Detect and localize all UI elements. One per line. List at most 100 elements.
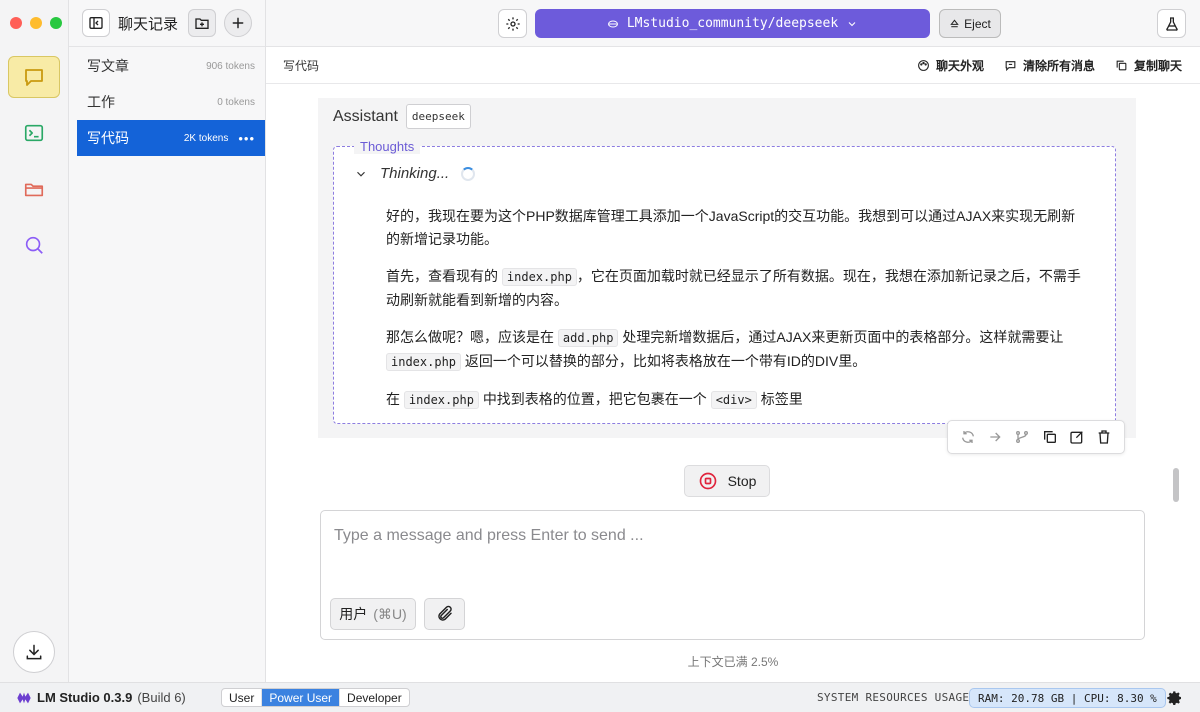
- folder-icon: [24, 183, 44, 197]
- rail-chat-button[interactable]: [8, 56, 60, 98]
- lmstudio-logo-icon: [17, 692, 31, 703]
- model-name: LMstudio_community/deepseek: [626, 16, 839, 31]
- thinking-label: Thinking...: [380, 165, 450, 182]
- message-composer[interactable]: Type a message and press Enter to send .…: [320, 510, 1145, 640]
- rail-developer-button[interactable]: [8, 112, 60, 154]
- chat-item-name: 写代码: [87, 130, 129, 146]
- thought-paragraph: 首先，查看现有的 index.php ，它在页面加载时就已经显示了所有数据。现在，…: [386, 268, 1081, 308]
- new-folder-button[interactable]: [188, 9, 217, 37]
- copy-icon: [1116, 60, 1127, 70]
- rail-search-button[interactable]: [8, 224, 60, 266]
- inline-code: index.php: [403, 391, 479, 409]
- download-button[interactable]: [13, 631, 55, 673]
- role-switch-shortcut: (⌘U): [373, 605, 407, 622]
- stop-button[interactable]: Stop: [684, 465, 770, 497]
- paperclip-icon: [437, 605, 452, 621]
- chat-item-coding[interactable]: 写代码 2K tokens •••: [77, 120, 265, 156]
- minimize-window-button[interactable]: [30, 17, 42, 29]
- thinking-toggle[interactable]: Thinking...: [354, 165, 476, 182]
- chat-scrollbar[interactable]: [1173, 468, 1179, 502]
- flask-icon: [1165, 16, 1178, 31]
- copy-icon[interactable]: [1042, 429, 1058, 445]
- mode-user[interactable]: User: [222, 689, 263, 706]
- chat-appearance-button[interactable]: 聊天外观: [917, 57, 984, 74]
- role-switch-button[interactable]: 用户 (⌘U): [330, 598, 416, 630]
- thought-paragraph: 那怎么做呢？嗯，应该是在 add.php 处理完新增数据后，通过AJAX来更新页…: [386, 329, 1064, 371]
- gear-icon: [505, 16, 520, 31]
- new-chat-button[interactable]: [224, 9, 253, 37]
- thoughts-box: Thoughts Thinking... 好的，我现在要为这个PHP数据库管理工…: [333, 139, 1116, 424]
- eject-button[interactable]: Eject: [939, 9, 1001, 38]
- role-label: Assistant: [333, 107, 398, 125]
- clear-chat-icon: [1005, 60, 1016, 71]
- app-version: LM Studio 0.3.9 (Build 6): [16, 690, 186, 705]
- chevron-down-icon: [848, 21, 856, 26]
- role-switch-label: 用户: [339, 606, 368, 622]
- sidebar-title: 聊天记录: [118, 15, 179, 33]
- chat-item-tokens: 906 tokens: [206, 60, 255, 72]
- toggle-sidebar-button[interactable]: [82, 9, 110, 37]
- download-icon: [26, 644, 42, 660]
- context-usage: 上下文已满 2.5%: [687, 655, 779, 669]
- status-bar: LM Studio 0.3.9 (Build 6) User Power Use…: [0, 682, 1200, 712]
- plus-icon: [232, 17, 244, 29]
- chat-item-tokens: 0 tokens: [217, 96, 255, 108]
- loading-spinner-icon: [461, 166, 476, 181]
- terminal-icon: [24, 124, 44, 142]
- regenerate-icon[interactable]: [960, 429, 976, 445]
- palette-icon: [918, 59, 929, 71]
- eject-label: Eject: [964, 16, 991, 31]
- close-window-button[interactable]: [10, 17, 22, 29]
- settings-gear-icon[interactable]: [1167, 690, 1183, 706]
- zoom-window-button[interactable]: [50, 17, 62, 29]
- message-role: Assistant deepseek: [333, 104, 471, 129]
- chat-more-button[interactable]: •••: [238, 131, 255, 146]
- branch-icon[interactable]: [1014, 429, 1030, 445]
- chat-icon: [25, 69, 43, 86]
- edit-icon[interactable]: [1069, 429, 1085, 445]
- system-resources-value[interactable]: RAM: 20.78 GB | CPU: 8.30 %: [969, 688, 1166, 708]
- clear-messages-button[interactable]: 清除所有消息: [1004, 57, 1095, 74]
- thought-paragraph: 在 index.php 中找到表格的位置，把它包裹在一个 <div> 标签里: [386, 391, 803, 409]
- rail-models-button[interactable]: [8, 168, 60, 210]
- model-chip-icon: [607, 20, 618, 27]
- eject-icon: [950, 19, 959, 28]
- experiments-button[interactable]: [1157, 9, 1186, 38]
- chat-item-name: 写文章: [87, 58, 129, 74]
- mode-power-user[interactable]: Power User: [262, 689, 341, 706]
- inline-code: index.php: [386, 353, 462, 371]
- mode-switcher: User Power User Developer: [221, 688, 410, 707]
- chat-item-writing[interactable]: 写文章 906 tokens: [77, 48, 265, 84]
- chat-sidebar: 聊天记录 写文章 906 tokens 工作 0 tokens 写代码 2K t…: [69, 0, 266, 682]
- inline-code: index.php: [501, 268, 577, 286]
- stop-label: Stop: [727, 473, 757, 489]
- model-settings-button[interactable]: [498, 9, 527, 38]
- model-badge: deepseek: [405, 104, 471, 129]
- model-selector[interactable]: LMstudio_community/deepseek: [535, 9, 930, 38]
- chat-area: Assistant deepseek Thoughts Thinking... …: [266, 84, 1200, 682]
- inline-code: <div>: [710, 391, 757, 409]
- folder-plus-icon: [195, 18, 209, 29]
- window-controls: [10, 17, 62, 29]
- sidebar-header: 聊天记录: [69, 0, 265, 47]
- chevron-down-icon: [357, 171, 365, 177]
- copy-chat-button[interactable]: 复制聊天: [1115, 57, 1182, 74]
- continue-icon[interactable]: [987, 429, 1003, 445]
- chat-title: 写代码: [283, 58, 320, 73]
- composer-input[interactable]: Type a message and press Enter to send .…: [334, 527, 644, 545]
- chat-item-work[interactable]: 工作 0 tokens: [77, 84, 265, 120]
- chat-header: 写代码 聊天外观 清除所有消息 复制聊天: [266, 47, 1200, 84]
- search-icon: [25, 236, 43, 254]
- sidebar-collapse-icon: [89, 17, 103, 29]
- chat-item-tokens: 2K tokens: [183, 132, 229, 144]
- chat-appearance-label: 聊天外观: [935, 58, 984, 73]
- assistant-message: Assistant deepseek Thoughts Thinking... …: [318, 98, 1136, 438]
- thought-paragraph: 好的，我现在要为这个PHP数据库管理工具添加一个JavaScript的交互功能。…: [386, 208, 1076, 247]
- chat-item-name: 工作: [87, 94, 115, 110]
- message-actions: [947, 420, 1125, 454]
- trash-icon[interactable]: [1096, 429, 1112, 445]
- build-label: (Build 6): [137, 690, 186, 705]
- attach-button[interactable]: [424, 598, 465, 630]
- system-resources-label: SYSTEM RESOURCES USAGE:: [817, 691, 977, 704]
- mode-developer[interactable]: Developer: [340, 689, 409, 706]
